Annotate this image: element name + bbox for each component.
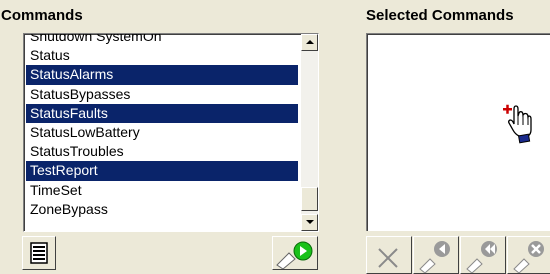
move-up-button[interactable] bbox=[413, 236, 459, 274]
list-item[interactable]: StatusAlarms bbox=[26, 65, 298, 85]
list-item[interactable]: Status bbox=[26, 46, 298, 65]
clear-button[interactable] bbox=[507, 236, 550, 274]
select-all-button[interactable] bbox=[22, 236, 56, 270]
selected-commands-header: Selected Commands bbox=[366, 7, 514, 24]
scroll-down-button[interactable] bbox=[301, 214, 318, 231]
commands-header: Commands bbox=[1, 7, 83, 24]
scroll-thumb[interactable] bbox=[301, 187, 318, 211]
list-item[interactable]: Shutdown SystemOn bbox=[26, 34, 298, 46]
move-top-icon bbox=[466, 241, 497, 273]
arrow-down-icon bbox=[306, 220, 314, 224]
list-icon bbox=[30, 242, 48, 264]
list-item[interactable]: TimeSet bbox=[26, 181, 298, 200]
commands-list[interactable]: Shutdown SystemOn Status StatusAlarms Statu… bbox=[23, 33, 319, 232]
list-item[interactable]: StatusBypasses bbox=[26, 85, 298, 104]
list-item[interactable]: TestReport bbox=[26, 161, 298, 181]
selected-commands-list[interactable] bbox=[366, 33, 550, 231]
list-item[interactable]: StatusLowBattery bbox=[26, 123, 298, 142]
remove-command-button[interactable] bbox=[366, 236, 412, 274]
commands-scrollbar[interactable] bbox=[301, 34, 318, 231]
move-up-icon bbox=[419, 241, 450, 273]
add-command-button[interactable] bbox=[272, 236, 318, 270]
list-item[interactable]: StatusTroubles bbox=[26, 142, 298, 161]
move-top-button[interactable] bbox=[460, 236, 506, 274]
commands-list-rows: Shutdown SystemOn Status StatusAlarms Statu… bbox=[26, 34, 298, 219]
hand-cursor-icon bbox=[503, 104, 532, 144]
list-item[interactable]: ZoneBypass bbox=[26, 200, 298, 219]
scroll-up-button[interactable] bbox=[301, 34, 318, 51]
remove-icon bbox=[378, 248, 398, 268]
arrow-up-icon bbox=[306, 40, 314, 44]
add-arrow-icon bbox=[276, 241, 313, 269]
clear-icon bbox=[513, 241, 544, 273]
list-item[interactable]: StatusFaults bbox=[26, 103, 298, 123]
